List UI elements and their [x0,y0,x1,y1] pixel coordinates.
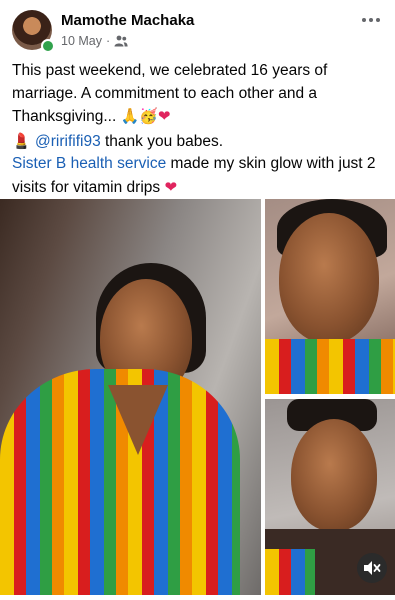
photo-grid [0,199,395,600]
photo-top-right[interactable] [265,199,395,394]
kente-dress [265,549,315,595]
face-shape [279,213,379,343]
author-name[interactable]: Mamothe Machaka [61,12,194,29]
kente-dress [265,339,395,394]
meta-separator: · [106,34,111,48]
post-header: Mamothe Machaka 10 May · [0,0,395,58]
friends-icon[interactable] [114,35,128,47]
online-status-indicator [41,39,55,53]
service-link[interactable]: Sister B health service [12,155,166,172]
post-meta: 10 May · [61,34,128,48]
post-text: This past weekend, we celebrated 16 year… [12,60,384,199]
speaker-muted-icon[interactable] [357,553,387,583]
heart-icon: ❤ [157,107,171,125]
post-paragraph-2: 💄 @rirififi93 thank you babes. [12,130,384,154]
post-paragraph-1: This past weekend, we celebrated 16 year… [12,60,384,129]
avatar[interactable] [12,10,55,53]
mention-suffix: thank you babes. [100,132,224,150]
lipstick-icon: 💄 [12,131,31,150]
face-shape [291,419,377,531]
heart-icon: ❤ [164,177,178,196]
post-paragraph-3: Sister B health service made my skin glo… [12,153,384,199]
more-horizontal-icon[interactable] [359,10,383,30]
praying-party-emoji: 🙏🥳 [120,107,158,125]
mention-link[interactable]: @rirififi93 [35,133,101,150]
post-date[interactable]: 10 May [61,34,102,48]
photo-main[interactable] [0,199,261,595]
